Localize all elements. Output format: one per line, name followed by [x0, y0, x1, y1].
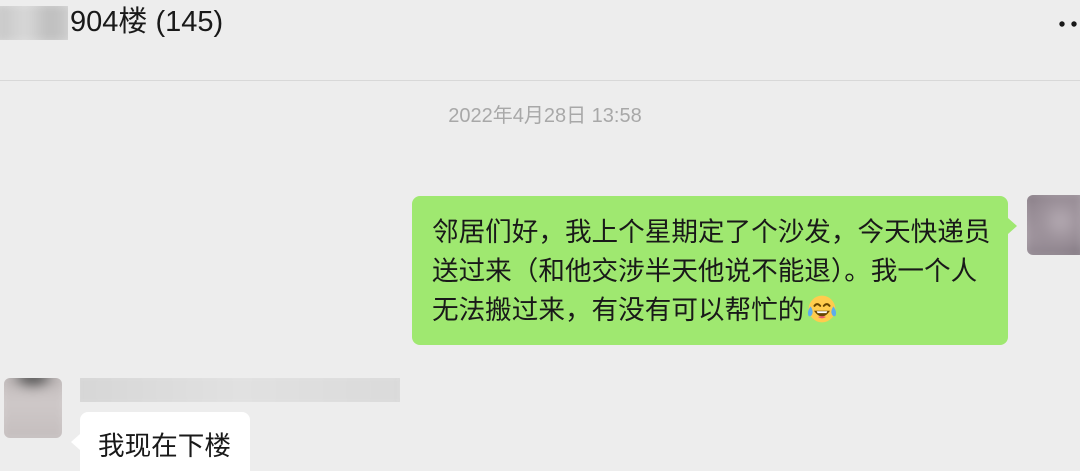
incoming-message-text: 我现在下楼: [98, 430, 231, 461]
my-avatar[interactable]: [1027, 195, 1080, 255]
sender-avatar[interactable]: [4, 378, 62, 438]
bubble-tail: [71, 434, 80, 450]
outgoing-message-text: 邻居们好，我上个星期定了个沙发，今天快递员送过来（和他交涉半天他说不能退）。我一…: [432, 216, 991, 325]
outgoing-message-bubble[interactable]: 邻居们好，我上个星期定了个沙发，今天快递员送过来（和他交涉半天他说不能退）。我一…: [412, 196, 1017, 345]
message-timestamp: 2022年4月28日 13:58: [448, 105, 642, 127]
more-dots-icon[interactable]: [1058, 8, 1080, 36]
chat-header: 904楼 (145): [0, 0, 1080, 81]
bubble-tail: [1008, 218, 1017, 234]
incoming-message-bubble[interactable]: 我现在下楼: [71, 412, 250, 471]
redacted-group-name: [0, 6, 68, 40]
face-with-tears-of-joy-icon: [806, 293, 838, 325]
chat-title: 904楼 (145): [70, 6, 224, 38]
redacted-sender-nickname: [80, 378, 400, 402]
